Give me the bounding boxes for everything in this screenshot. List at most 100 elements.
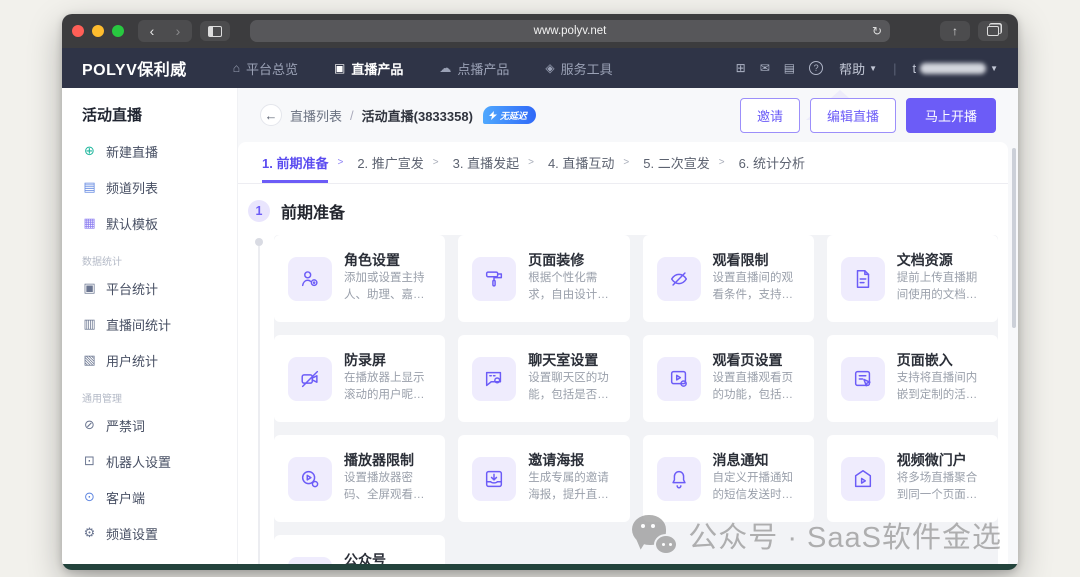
navbar-mini-icons: ⊞ ✉ ▤ ? — [736, 61, 823, 75]
invite-button[interactable]: 邀请 — [740, 98, 800, 133]
sidebar-item-channel-list[interactable]: ▤ 频道列表 — [62, 169, 237, 205]
poster-inbox-icon — [472, 457, 516, 501]
zoom-window-button[interactable] — [112, 25, 124, 37]
sidebar-item-label: 用户统计 — [106, 351, 158, 370]
minimize-window-button[interactable] — [92, 25, 104, 37]
card-desc: 将多场直播聚合到同一个页面，便于活动前期的宣发... — [897, 470, 984, 503]
card-desc: 生成专属的邀请海报，提升直播间分享裂变的效果 — [528, 470, 615, 503]
workflow-panel: 1. 前期准备 > 2. 推广宣发 > 3. 直播发起 > 4. 直播互动 > — [238, 142, 1008, 570]
card-page-embed[interactable]: 页面嵌入支持将直播间内嵌到定制的活动页内 — [827, 335, 998, 422]
storage-box-icon[interactable]: ⊞ — [736, 61, 746, 75]
share-button[interactable]: ↑ — [940, 21, 970, 41]
sidebar-item-label: 频道列表 — [106, 178, 158, 197]
sidebar-item-client[interactable]: ⊙ 客户端 — [62, 479, 237, 515]
card-message-notification[interactable]: 消息通知自定义开播通知的短信发送时机，观众预约的直播后，... — [643, 435, 814, 522]
lightning-icon — [489, 111, 497, 120]
ban-icon: ⊘ — [82, 417, 97, 433]
nav-item-vod-products[interactable]: ☁ 点播产品 — [439, 59, 509, 78]
sidebar-item-label: 严禁词 — [106, 416, 145, 435]
navbar-right: ⊞ ✉ ▤ ? 帮助 ▼ | t ▼ — [736, 59, 998, 78]
nav-item-platform-overview[interactable]: ⌂ 平台总览 — [233, 59, 298, 78]
card-desc: 提前上传直播期间使用的文档资源，减少直播中的失... — [897, 270, 984, 303]
nav-item-label: 点播产品 — [457, 59, 509, 78]
sidebar-item-label: 频道设置 — [106, 524, 158, 543]
sidebar-item-platform-stats[interactable]: ▣ 平台统计 — [62, 270, 237, 306]
tab-launch[interactable]: 3. 直播发起 — [453, 142, 519, 183]
card-viewing-restrictions[interactable]: 观看限制设置直播间的观看条件，支持白名单、报名观看、验... — [643, 235, 814, 322]
breadcrumb-parent[interactable]: 直播列表 — [290, 106, 342, 125]
card-chatroom-settings[interactable]: 聊天室设置设置聊天区的功能，包括是否显示欢迎语、是否支持... — [458, 335, 629, 422]
address-bar[interactable]: www.polyv.net ↻ — [250, 20, 890, 42]
account-menu[interactable]: t ▼ — [912, 61, 998, 76]
breadcrumb-separator: / — [350, 108, 354, 123]
card-title: 防录屏 — [344, 352, 386, 368]
close-window-button[interactable] — [72, 25, 84, 37]
scrollbar-thumb[interactable] — [1012, 148, 1016, 328]
edit-live-button[interactable]: 编辑直播 — [810, 98, 896, 133]
app-navbar: POLYV保利威 ⌂ 平台总览 ▣ 直播产品 ☁ 点播产品 ◈ 服务工具 ⊞ ✉ — [62, 48, 1018, 88]
sidebar-section-general-admin: 通用管理 — [62, 378, 237, 407]
card-invitation-poster[interactable]: 邀请海报生成专属的邀请海报，提升直播间分享裂变的效果 — [458, 435, 629, 522]
card-watch-page-settings[interactable]: 观看页设置设置直播观看页的功能，包括是否允许移动端观看等 — [643, 335, 814, 422]
chevron-right-icon: › — [176, 23, 181, 39]
tab-repromotion[interactable]: 5. 二次宣发 — [643, 142, 709, 183]
sidebar-item-label: 平台统计 — [106, 279, 158, 298]
grid-icon: ▦ — [82, 215, 97, 231]
main-content: ← 直播列表 / 活动直播(3833358) 无延迟 邀请 编辑直播 马上开播 … — [238, 88, 1018, 570]
card-title: 角色设置 — [344, 252, 400, 268]
sidebar-toggle-button[interactable] — [200, 21, 230, 41]
tab-promotion[interactable]: 2. 推广宣发 — [357, 142, 423, 183]
tab-overview-button[interactable] — [978, 21, 1008, 41]
card-desc: 设置直播间的观看条件，支持白名单、报名观看、验... — [713, 270, 800, 303]
card-video-portal[interactable]: 视频微门户将多场直播聚合到同一个页面，便于活动前期的宣发... — [827, 435, 998, 522]
card-title: 聊天室设置 — [528, 352, 598, 368]
card-desc: 设置聊天区的功能，包括是否显示欢迎语、是否支持... — [528, 370, 615, 403]
client-icon: ⊙ — [82, 489, 97, 505]
sidebar-item-label: 新建直播 — [106, 142, 158, 161]
mail-icon[interactable]: ✉ — [760, 61, 770, 75]
caret-down-icon: ▼ — [990, 64, 998, 73]
reload-icon[interactable]: ↻ — [872, 24, 882, 38]
nav-item-label: 直播产品 — [351, 59, 403, 78]
timeline-dot — [255, 238, 263, 246]
card-page-decoration[interactable]: 页面装修根据个性化需求，自由设计配置直播间元素，支持自... — [458, 235, 629, 322]
forward-button[interactable]: › — [166, 21, 190, 41]
header-actions: 邀请 编辑直播 马上开播 — [740, 98, 996, 133]
circle-plus-icon: ⊕ — [82, 143, 97, 159]
robot-icon: ⊡ — [82, 453, 97, 469]
card-role-settings[interactable]: 角色设置添加或设置主持人、助理、嘉宾的信息，以及新增助... — [274, 235, 445, 322]
help-circle-icon[interactable]: ? — [809, 61, 823, 75]
sidebar-item-new-live[interactable]: ⊕ 新建直播 — [62, 133, 237, 169]
start-live-button[interactable]: 马上开播 — [906, 98, 996, 133]
share-icon: ↑ — [952, 24, 958, 38]
sidebar-item-banned-words[interactable]: ⊘ 严禁词 — [62, 407, 237, 443]
nav-item-service-tools[interactable]: ◈ 服务工具 — [545, 59, 612, 78]
monitor-icon: ▣ — [82, 280, 97, 296]
eye-off-icon — [657, 257, 701, 301]
breadcrumb: ← 直播列表 / 活动直播(3833358) 无延迟 邀请 编辑直播 马上开播 — [238, 88, 1018, 142]
sidebar-item-channel-settings[interactable]: ⚙ 频道设置 — [62, 515, 237, 551]
card-desc: 在播放器上显示滚动的用户昵称或固定文字，达到防... — [344, 370, 431, 403]
card-player-restrictions[interactable]: 播放器限制设置播放器密码、全屏观看的方式等 — [274, 435, 445, 522]
page-cursor-icon — [841, 357, 885, 401]
help-menu[interactable]: 帮助 ▼ — [839, 59, 877, 78]
account-name-blurred — [920, 63, 986, 74]
sidebar-item-room-stats[interactable]: ▥ 直播间统计 — [62, 306, 237, 342]
back-circle-button[interactable]: ← — [260, 104, 282, 126]
sidebar-item-robot-settings[interactable]: ⊡ 机器人设置 — [62, 443, 237, 479]
tab-interaction[interactable]: 4. 直播互动 — [548, 142, 614, 183]
sidebar-item-user-stats[interactable]: ▧ 用户统计 — [62, 342, 237, 378]
console-panel-icon[interactable]: ▤ — [784, 61, 795, 75]
chat-gear-icon — [472, 357, 516, 401]
card-desc: 自定义开播通知的短信发送时机，观众预约的直播后，... — [713, 470, 800, 503]
card-anti-screen-recording[interactable]: 防录屏在播放器上显示滚动的用户昵称或固定文字，达到防... — [274, 335, 445, 422]
card-title: 邀请海报 — [528, 452, 584, 468]
card-title: 观看限制 — [713, 252, 769, 268]
tab-preparation[interactable]: 1. 前期准备 — [262, 142, 328, 183]
card-document-resources[interactable]: 文档资源提前上传直播期间使用的文档资源，减少直播中的失... — [827, 235, 998, 322]
sidebar-item-default-template[interactable]: ▦ 默认模板 — [62, 205, 237, 241]
nav-item-live-products[interactable]: ▣ 直播产品 — [334, 59, 403, 78]
back-button[interactable]: ‹ — [140, 21, 164, 41]
nav-menu: ⌂ 平台总览 ▣ 直播产品 ☁ 点播产品 ◈ 服务工具 — [233, 59, 613, 78]
tab-analytics[interactable]: 6. 统计分析 — [739, 142, 805, 183]
